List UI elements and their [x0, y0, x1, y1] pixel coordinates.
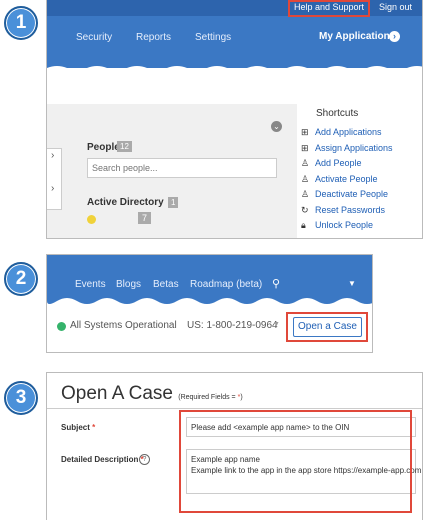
chevron-right-icon[interactable]: › — [51, 150, 54, 161]
required-note: (Required Fields = *) — [178, 394, 243, 401]
people-count-badge: 12 — [117, 141, 132, 152]
people-label: People — [87, 142, 120, 153]
search-people-input[interactable] — [87, 158, 277, 178]
help-circle-icon[interactable]: ? — [139, 454, 150, 465]
chevron-right-icon[interactable]: › — [51, 183, 54, 194]
shortcut-deactivate-people[interactable]: Deactivate People — [315, 189, 388, 199]
grid-assign-icon: ⊞ — [301, 143, 309, 153]
torn-edge-top — [47, 66, 422, 78]
nav-blogs[interactable]: Blogs — [116, 279, 141, 290]
shortcut-add-applications[interactable]: Add Applications — [315, 127, 382, 137]
shortcut-reset-passwords[interactable]: Reset Passwords — [315, 205, 385, 215]
shortcuts-title: Shortcuts — [316, 108, 359, 119]
refresh-icon: ↻ — [301, 205, 309, 215]
arrow-right-circle-icon: › — [389, 31, 400, 42]
active-directory-label: Active Directory — [87, 197, 164, 208]
description-label: Detailed Description * — [61, 455, 144, 464]
system-status-text[interactable]: All Systems Operational — [70, 320, 177, 331]
panel-1-dashboard: Help and Support Sign out Security Repor… — [46, 0, 423, 239]
grid-plus-icon: ⊞ — [301, 127, 309, 137]
torn-edge-bottom — [47, 90, 422, 100]
nav-betas[interactable]: Betas — [153, 279, 179, 290]
support-phone[interactable]: US: 1-800-219-0964 — [187, 320, 278, 331]
person-add-icon: ♙ — [301, 158, 310, 168]
subject-label: Subject * — [61, 423, 96, 432]
step-3-badge: 3 — [4, 381, 38, 415]
dropdown-caret-icon[interactable]: ▼ — [348, 279, 356, 288]
page-title: Open A Case (Required Fields = *) — [61, 383, 243, 405]
shortcut-unlock-people[interactable]: Unlock People — [315, 220, 373, 230]
nav-settings[interactable]: Settings — [195, 32, 231, 43]
nav-security[interactable]: Security — [76, 32, 112, 43]
status-dot — [57, 322, 66, 331]
nav-reports[interactable]: Reports — [136, 32, 171, 43]
user-icon[interactable]: ⚲ — [272, 277, 280, 290]
my-applications-link[interactable]: My Applications — [319, 31, 395, 42]
case-title: Open A Case — [61, 383, 173, 404]
shortcut-activate-people[interactable]: Activate People — [315, 174, 378, 184]
title-divider — [47, 408, 422, 409]
person-deactivate-icon: ♙ — [301, 189, 310, 199]
lock-icon: 🔒︎ — [301, 220, 306, 230]
shortcut-assign-applications[interactable]: Assign Applications — [315, 143, 393, 153]
step-2-badge: 2 — [4, 262, 38, 296]
highlight-help-support — [288, 0, 370, 17]
widget-settings-icon[interactable]: ⌄ — [271, 121, 282, 132]
ad-count-badge: 1 — [168, 197, 179, 208]
sign-out-link[interactable]: Sign out — [379, 2, 412, 12]
nav-roadmap[interactable]: Roadmap (beta) — [190, 279, 262, 290]
step-1-badge: 1 — [4, 6, 38, 40]
person-activate-icon: ♙ — [301, 174, 310, 184]
torn-edge-mid — [47, 295, 372, 304]
highlight-form-fields — [179, 410, 412, 513]
ad-agent-badge: 7 — [138, 212, 152, 224]
chevron-down-icon[interactable]: ▼ — [273, 321, 280, 328]
shortcut-add-people[interactable]: Add People — [315, 158, 362, 168]
nav-events[interactable]: Events — [75, 279, 106, 290]
highlight-open-case — [286, 312, 368, 342]
status-dot — [87, 215, 96, 224]
left-collapse-tab — [47, 148, 62, 210]
